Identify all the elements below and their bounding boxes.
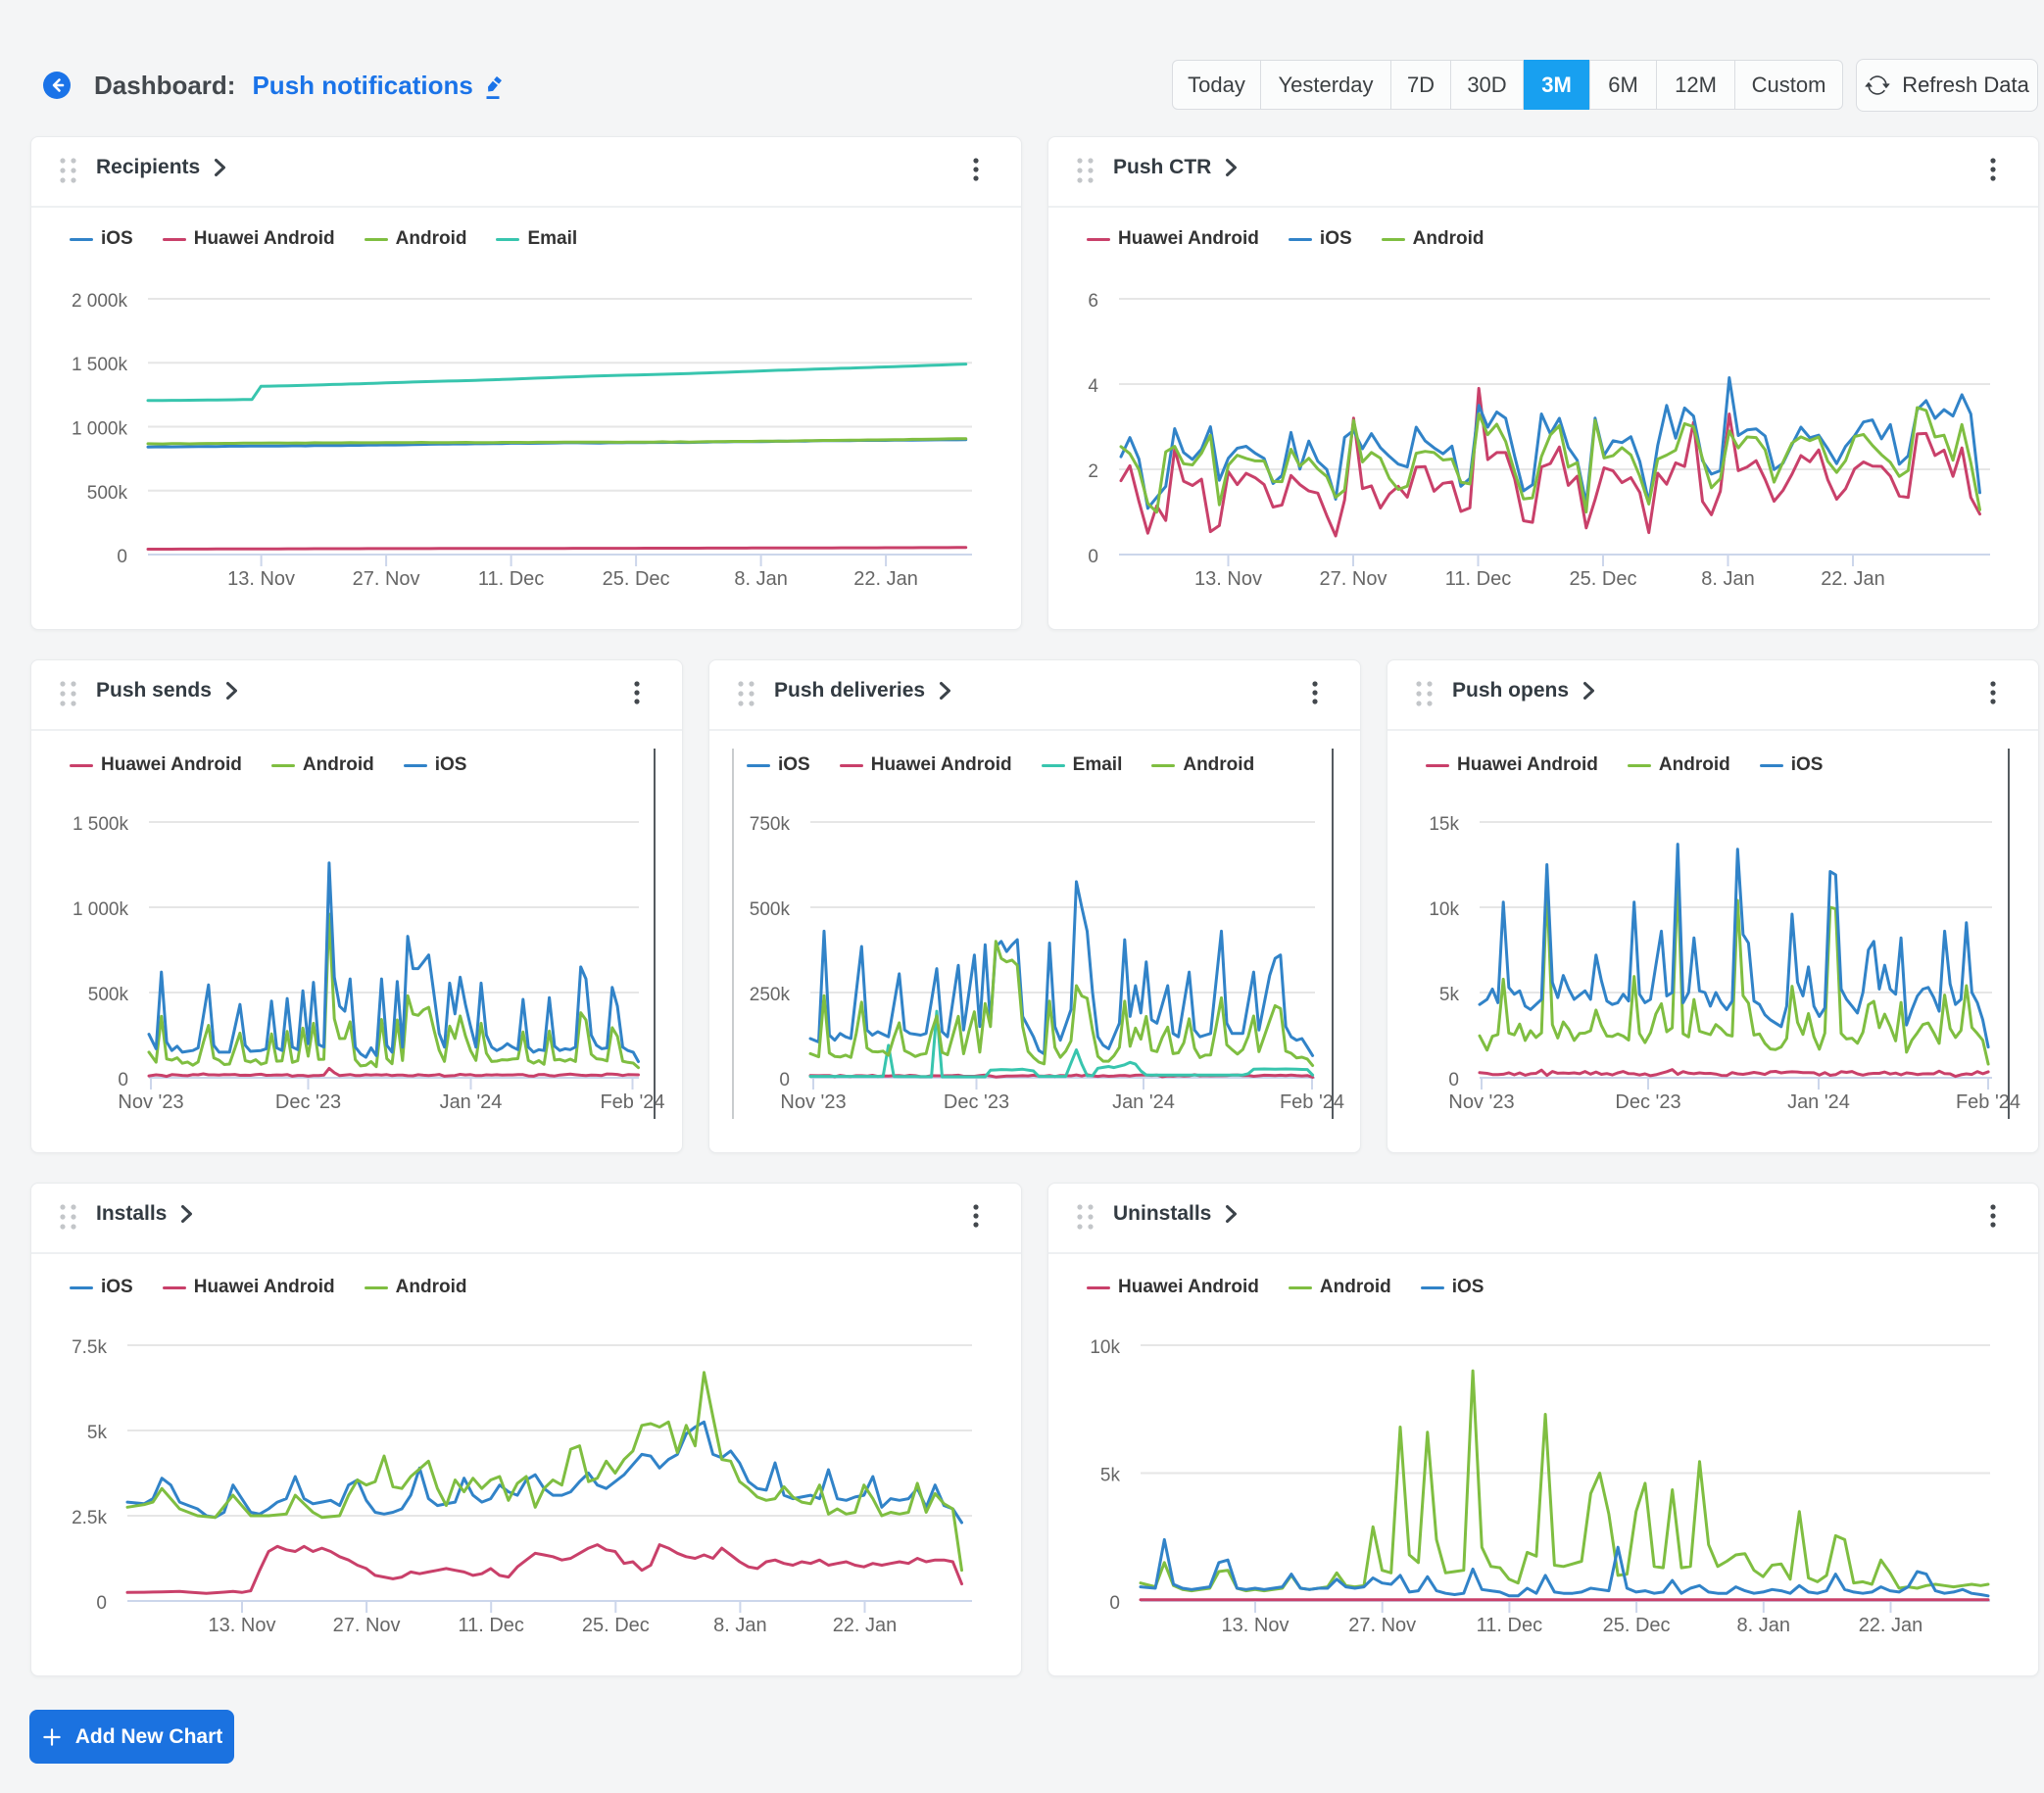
- svg-text:0: 0: [96, 1593, 107, 1614]
- svg-text:27. Nov: 27. Nov: [333, 1615, 401, 1636]
- svg-text:10k: 10k: [1429, 899, 1459, 920]
- svg-text:25. Dec: 25. Dec: [1603, 1615, 1671, 1636]
- svg-text:27. Nov: 27. Nov: [353, 568, 420, 590]
- svg-text:1 000k: 1 000k: [72, 419, 128, 440]
- svg-text:25. Dec: 25. Dec: [1570, 568, 1637, 590]
- svg-text:25. Dec: 25. Dec: [603, 568, 670, 590]
- svg-text:5k: 5k: [1439, 985, 1460, 1005]
- svg-text:10k: 10k: [1090, 1337, 1120, 1358]
- svg-text:250k: 250k: [750, 985, 791, 1005]
- svg-text:8. Jan: 8. Jan: [734, 568, 787, 590]
- svg-text:2: 2: [1088, 461, 1098, 482]
- svg-text:Jan '24: Jan '24: [440, 1091, 503, 1113]
- svg-text:500k: 500k: [87, 483, 128, 504]
- svg-text:Nov '23: Nov '23: [780, 1091, 846, 1113]
- svg-text:1 000k: 1 000k: [73, 899, 129, 920]
- svg-text:13. Nov: 13. Nov: [209, 1615, 276, 1636]
- svg-text:500k: 500k: [750, 899, 791, 920]
- svg-text:8. Jan: 8. Jan: [713, 1615, 766, 1636]
- svg-text:11. Dec: 11. Dec: [478, 568, 544, 590]
- svg-text:13. Nov: 13. Nov: [1222, 1615, 1290, 1636]
- svg-text:27. Nov: 27. Nov: [1348, 1615, 1416, 1636]
- svg-text:7.5k: 7.5k: [72, 1337, 107, 1358]
- svg-text:Dec '23: Dec '23: [1615, 1091, 1680, 1113]
- svg-text:25. Dec: 25. Dec: [582, 1615, 650, 1636]
- svg-text:11. Dec: 11. Dec: [458, 1615, 523, 1636]
- svg-text:Jan '24: Jan '24: [1787, 1091, 1850, 1113]
- svg-text:1 500k: 1 500k: [73, 814, 129, 835]
- svg-text:0: 0: [117, 547, 127, 567]
- svg-text:0: 0: [1088, 547, 1098, 567]
- svg-text:Nov '23: Nov '23: [118, 1091, 183, 1113]
- svg-text:5k: 5k: [1100, 1466, 1121, 1486]
- svg-text:8. Jan: 8. Jan: [1701, 568, 1754, 590]
- svg-text:0: 0: [779, 1070, 790, 1090]
- svg-text:22. Jan: 22. Jan: [1859, 1615, 1923, 1636]
- svg-text:13. Nov: 13. Nov: [227, 568, 295, 590]
- svg-text:2.5k: 2.5k: [72, 1508, 107, 1528]
- svg-text:Dec '23: Dec '23: [944, 1091, 1009, 1113]
- svg-text:Nov '23: Nov '23: [1448, 1091, 1514, 1113]
- svg-text:22. Jan: 22. Jan: [1821, 568, 1885, 590]
- svg-text:Jan '24: Jan '24: [1112, 1091, 1175, 1113]
- svg-text:Feb '24: Feb '24: [1280, 1091, 1344, 1113]
- svg-text:11. Dec: 11. Dec: [1445, 568, 1511, 590]
- svg-text:8. Jan: 8. Jan: [1737, 1615, 1790, 1636]
- svg-text:22. Jan: 22. Jan: [833, 1615, 898, 1636]
- svg-text:6: 6: [1088, 291, 1098, 312]
- svg-text:22. Jan: 22. Jan: [853, 568, 918, 590]
- svg-text:750k: 750k: [750, 814, 791, 835]
- svg-text:500k: 500k: [88, 985, 129, 1005]
- svg-text:11. Dec: 11. Dec: [1477, 1615, 1542, 1636]
- svg-text:2 000k: 2 000k: [72, 291, 128, 312]
- svg-text:0: 0: [118, 1070, 128, 1090]
- svg-text:15k: 15k: [1429, 814, 1459, 835]
- svg-text:0: 0: [1109, 1593, 1120, 1614]
- svg-text:5k: 5k: [87, 1423, 108, 1443]
- svg-text:4: 4: [1088, 376, 1098, 397]
- svg-text:13. Nov: 13. Nov: [1194, 568, 1262, 590]
- svg-text:27. Nov: 27. Nov: [1320, 568, 1387, 590]
- svg-text:1 500k: 1 500k: [72, 355, 128, 375]
- svg-text:Dec '23: Dec '23: [275, 1091, 341, 1113]
- svg-text:Feb '24: Feb '24: [1956, 1091, 2020, 1113]
- svg-text:0: 0: [1448, 1070, 1459, 1090]
